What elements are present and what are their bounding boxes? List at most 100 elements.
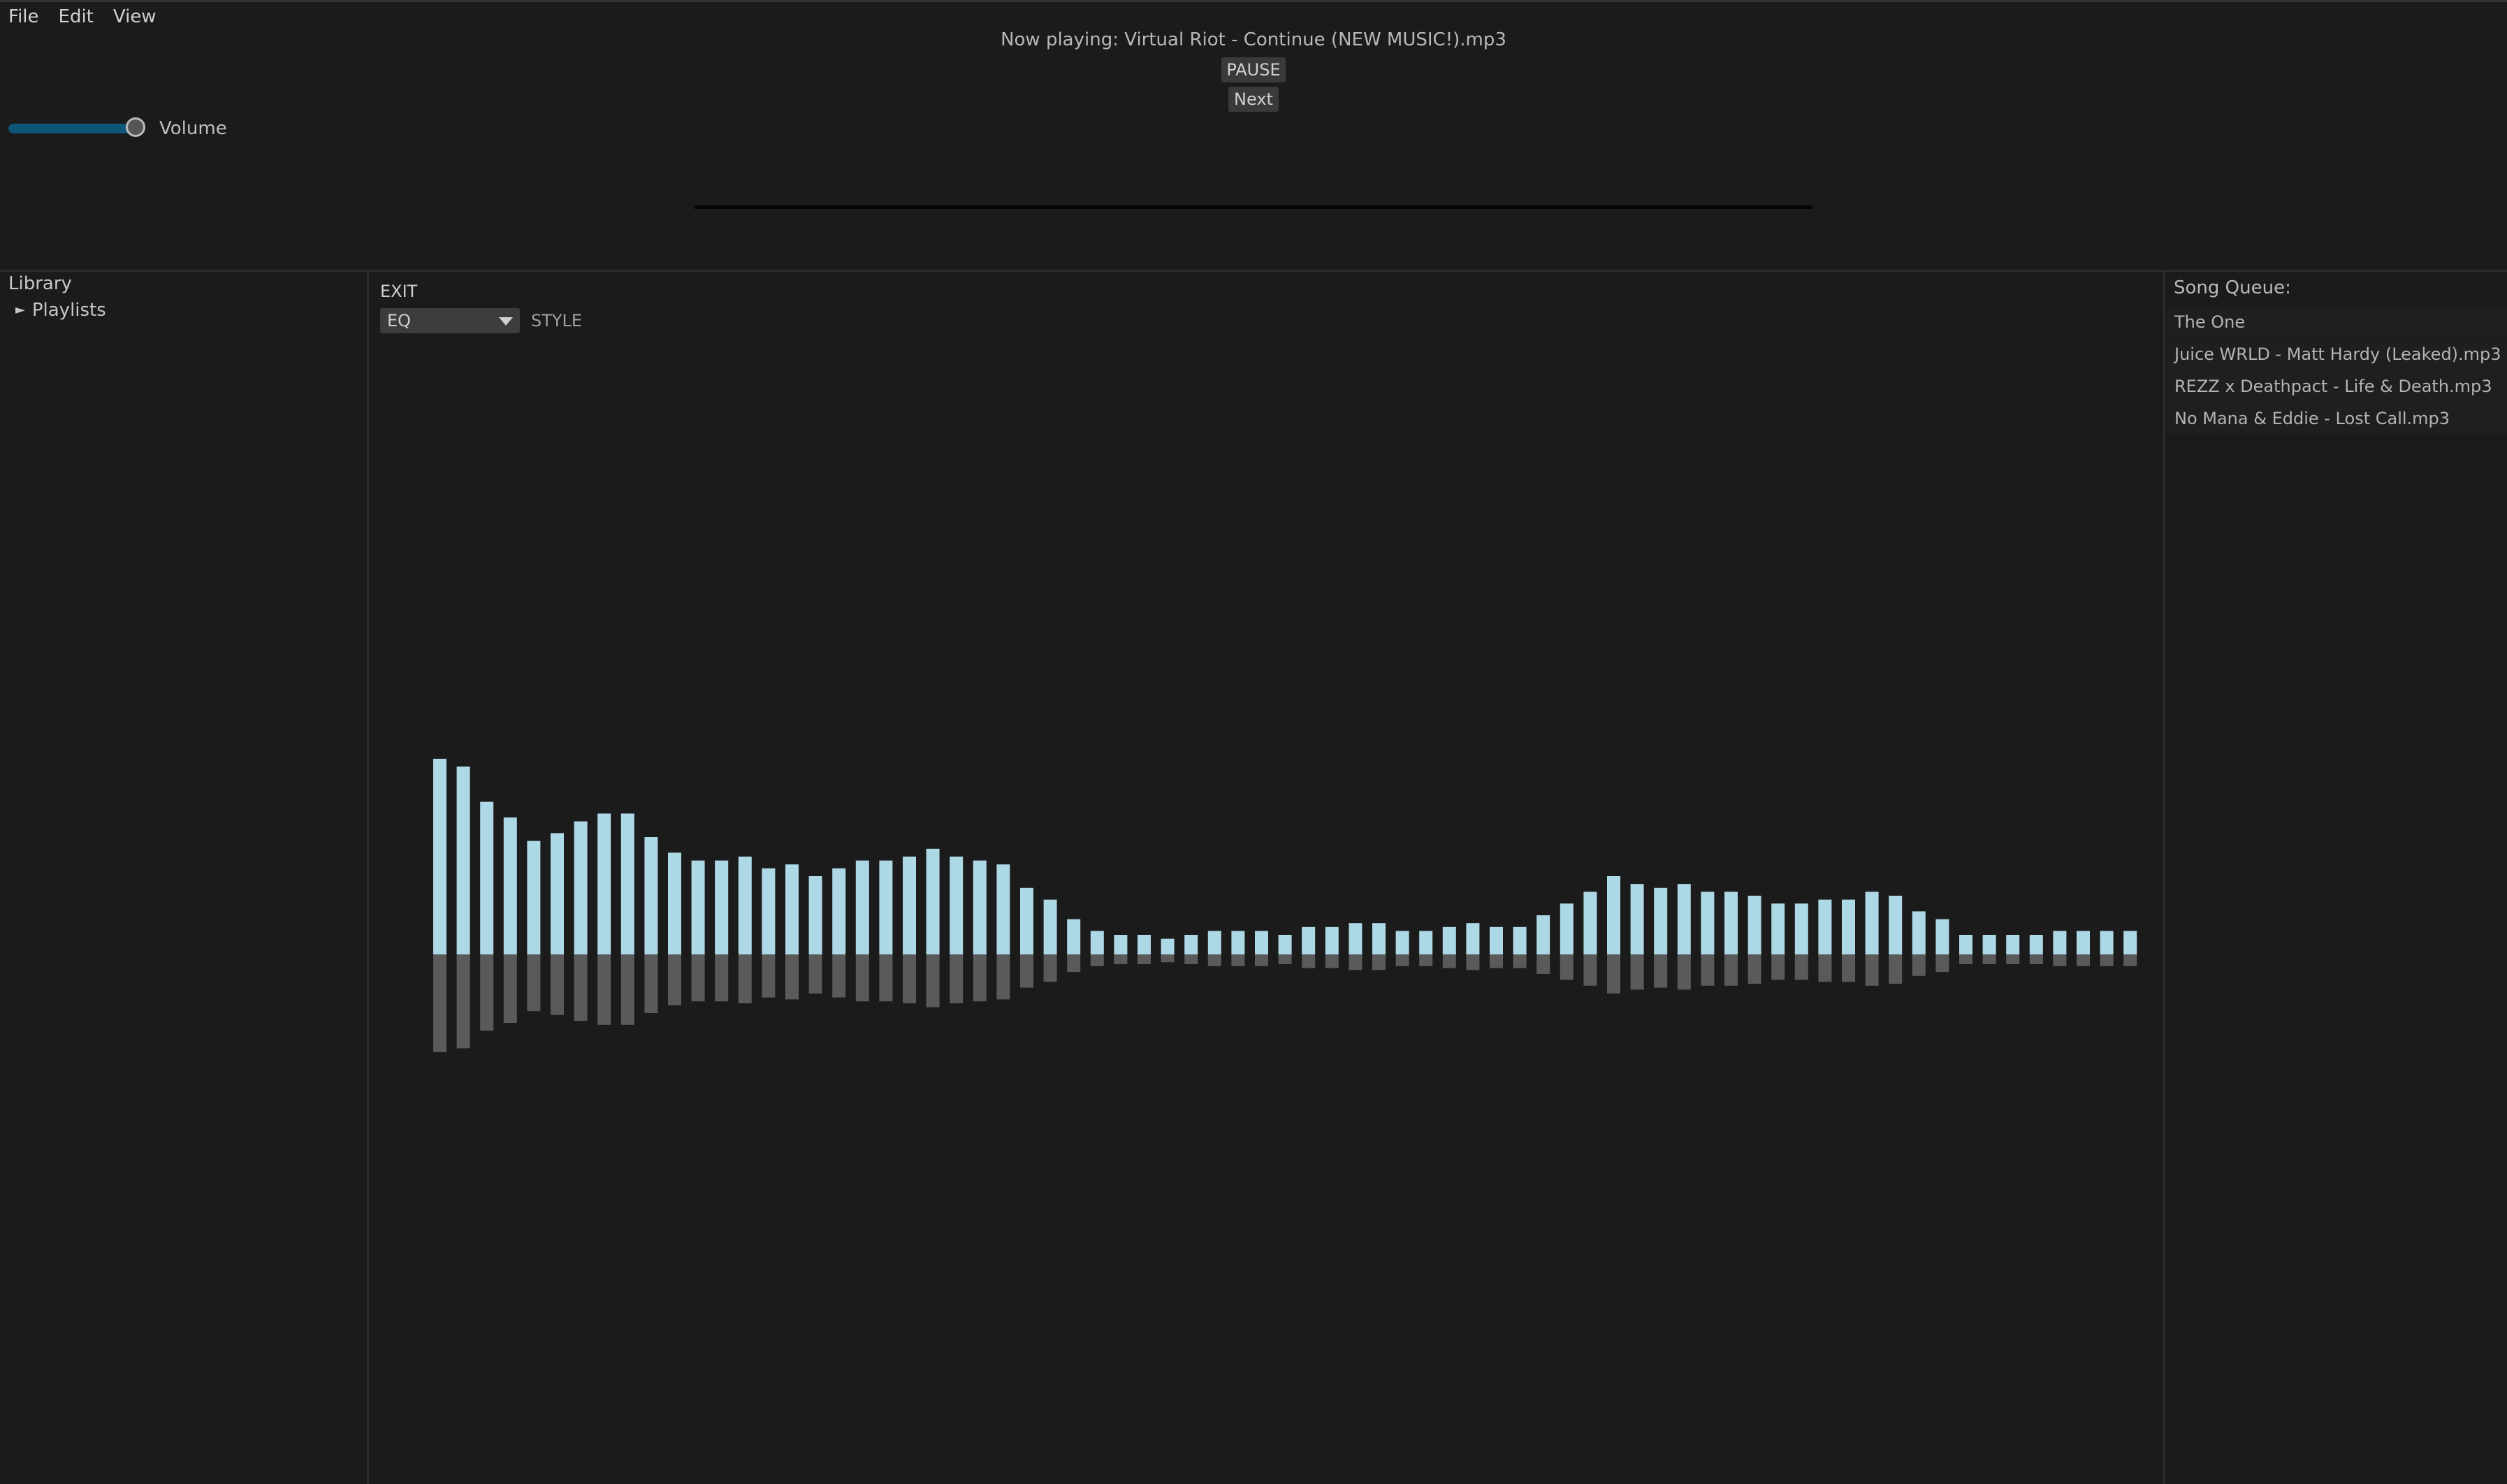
eq-bar bbox=[1067, 919, 1081, 954]
eq-bar bbox=[1043, 899, 1057, 954]
eq-bar-reflection bbox=[1325, 954, 1339, 968]
expand-arrow-icon[interactable]: ► bbox=[15, 303, 25, 317]
eq-bar bbox=[1372, 923, 1386, 954]
seek-bar[interactable] bbox=[695, 205, 1812, 209]
eq-bar bbox=[691, 860, 705, 954]
eq-bar bbox=[503, 817, 517, 954]
eq-bar-reflection bbox=[2100, 954, 2114, 966]
eq-bar bbox=[855, 860, 869, 954]
queue-item[interactable]: No Mana & Eddie - Lost Call.mp3 bbox=[2167, 403, 2507, 434]
eq-bar-reflection bbox=[1419, 954, 1433, 966]
eq-bar-reflection bbox=[950, 954, 964, 1003]
eq-bar bbox=[1865, 892, 1879, 954]
queue-item[interactable]: Juice WRLD - Matt Hardy (Leaked).mp3 bbox=[2167, 339, 2507, 370]
eq-bar-reflection bbox=[1349, 954, 1362, 970]
eq-bar bbox=[1466, 923, 1480, 954]
eq-bar-reflection bbox=[1138, 954, 1151, 964]
eq-bar bbox=[1231, 931, 1245, 954]
eq-bar bbox=[1912, 911, 1926, 954]
eq-bar bbox=[1090, 931, 1104, 954]
eq-bar bbox=[1349, 923, 1362, 954]
eq-bar-reflection bbox=[1490, 954, 1503, 968]
eq-bar-reflection bbox=[879, 954, 893, 1002]
eq-bar-reflection bbox=[1231, 954, 1245, 966]
eq-bar-reflection bbox=[1207, 954, 1221, 966]
song-queue-title: Song Queue: bbox=[2174, 277, 2291, 298]
eq-bar-reflection bbox=[1090, 954, 1104, 966]
eq-bar bbox=[597, 813, 611, 954]
eq-bar bbox=[433, 759, 446, 954]
eq-bar-reflection bbox=[668, 954, 681, 1005]
volume-slider-track[interactable] bbox=[8, 124, 140, 133]
eq-bar bbox=[1747, 896, 1761, 954]
eq-bar-reflection bbox=[2006, 954, 2020, 964]
eq-bar bbox=[1607, 876, 1620, 954]
eq-bar-reflection bbox=[1935, 954, 1949, 973]
eq-bar bbox=[1207, 931, 1221, 954]
eq-bar bbox=[1560, 903, 1574, 954]
eq-bar bbox=[2006, 935, 2020, 954]
eq-bar bbox=[950, 857, 964, 954]
eq-bar-reflection bbox=[1889, 954, 1903, 984]
eq-bar-reflection bbox=[1959, 954, 1972, 964]
eq-bar-reflection bbox=[1020, 954, 1033, 988]
eq-bar bbox=[1255, 931, 1268, 954]
eq-bar-reflection bbox=[1114, 954, 1128, 964]
eq-bar-reflection bbox=[1302, 954, 1316, 968]
eq-bar bbox=[1771, 903, 1785, 954]
eq-bar bbox=[1442, 926, 1456, 954]
eq-bar bbox=[1138, 935, 1151, 954]
eq-bar bbox=[1490, 926, 1503, 954]
queue-item[interactable]: REZZ x Deathpact - Life & Death.mp3 bbox=[2167, 371, 2507, 402]
eq-bar-reflection bbox=[903, 954, 916, 1003]
eq-bar-reflection bbox=[1842, 954, 1855, 982]
eq-bar-reflection bbox=[527, 954, 541, 1012]
eq-bar bbox=[1818, 899, 1832, 954]
eq-bar bbox=[644, 837, 658, 954]
eq-bar-reflection bbox=[433, 954, 446, 1052]
eq-bar bbox=[527, 841, 541, 954]
eq-bar-reflection bbox=[1912, 954, 1926, 976]
eq-bar bbox=[1842, 899, 1855, 954]
eq-bar-reflection bbox=[1818, 954, 1832, 982]
eq-bar-reflection bbox=[503, 954, 517, 1023]
library-item-playlists[interactable]: ► Playlists bbox=[15, 300, 106, 321]
eq-bar bbox=[996, 864, 1010, 954]
eq-bar bbox=[1630, 884, 1644, 954]
eq-bar-reflection bbox=[480, 954, 494, 1031]
song-queue-panel: Song Queue: The One Juice WRLD - Matt Ha… bbox=[2163, 272, 2507, 1484]
eq-bar-reflection bbox=[1654, 954, 1668, 988]
eq-bar-reflection bbox=[1466, 954, 1480, 970]
pause-button[interactable]: PAUSE bbox=[1221, 57, 1286, 82]
eq-bar bbox=[574, 821, 588, 954]
volume-slider-handle[interactable] bbox=[126, 117, 145, 137]
eq-bar-reflection bbox=[2077, 954, 2090, 966]
eq-bar-reflection bbox=[1372, 954, 1386, 970]
queue-item[interactable]: The One bbox=[2167, 307, 2507, 337]
eq-bar-reflection bbox=[1043, 954, 1057, 982]
eq-bar-reflection bbox=[1442, 954, 1456, 968]
eq-bar-reflection bbox=[1067, 954, 1081, 973]
eq-bar bbox=[620, 813, 634, 954]
eq-bar bbox=[1114, 935, 1128, 954]
eq-bar bbox=[1395, 931, 1409, 954]
eq-bar-reflection bbox=[551, 954, 564, 1015]
eq-bar-reflection bbox=[2053, 954, 2067, 966]
eq-bar bbox=[551, 833, 564, 954]
eq-bar-reflection bbox=[973, 954, 987, 1002]
eq-bar bbox=[1935, 919, 1949, 954]
eq-bar bbox=[762, 868, 776, 954]
song-queue-list: The One Juice WRLD - Matt Hardy (Leaked)… bbox=[2167, 307, 2507, 435]
eq-bar-reflection bbox=[762, 954, 776, 998]
eq-bar-reflection bbox=[620, 954, 634, 1025]
eq-bar-reflection bbox=[1701, 954, 1715, 986]
eq-bar-reflection bbox=[2029, 954, 2043, 964]
visualizer-panel: EXIT EQ STYLE bbox=[369, 272, 2163, 1484]
eq-bar bbox=[1020, 887, 1033, 954]
eq-bar bbox=[1654, 887, 1668, 954]
eq-bar-reflection bbox=[456, 954, 470, 1049]
next-button[interactable]: Next bbox=[1228, 87, 1279, 112]
eq-bar-reflection bbox=[2123, 954, 2137, 966]
eq-bar-reflection bbox=[1255, 954, 1268, 966]
eq-bar bbox=[1513, 926, 1527, 954]
